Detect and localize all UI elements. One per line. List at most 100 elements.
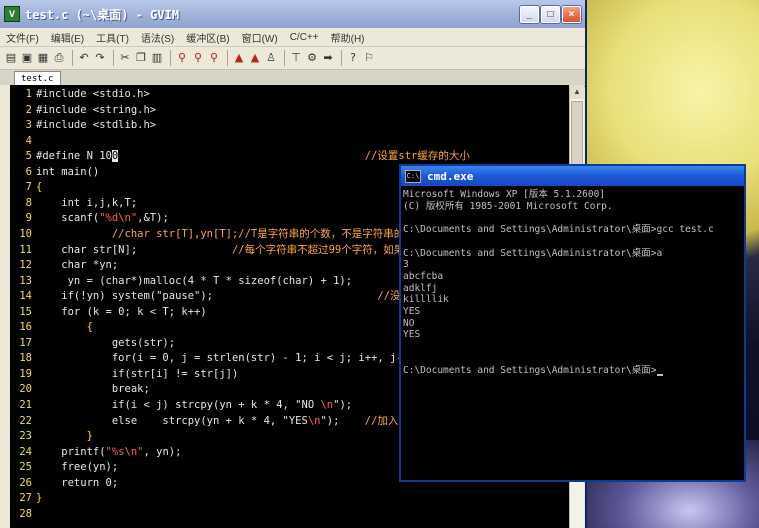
line-number: 24 [19,445,32,458]
console-line: abcfcba [403,270,444,282]
line-number: 3 [25,119,32,132]
code-token: return 0; [36,476,119,489]
line-number: 19 [19,367,32,380]
close-button[interactable]: × [562,5,581,23]
menu-buffers[interactable]: 缓冲区(B) [186,30,229,45]
code-text: break; [36,382,150,398]
code-token: if(i < j) strcpy(yn + k * 4, "NO [36,399,321,411]
code-text: if(str[i] != str[j]) [36,367,238,383]
code-token: , yn); [143,445,182,458]
code-text: char *yn; [36,258,118,274]
help-icon[interactable]: ? [346,51,360,65]
code-token: if(str[i] != str[j]) [36,367,239,380]
code-token: scanf( [36,212,100,225]
code-token: char str[N]; [36,243,232,256]
code-string: \n [307,414,321,427]
line-number: 16 [19,321,32,334]
code-token: printf( [36,445,106,458]
line-number: 25 [19,461,32,474]
make-icon[interactable]: ⊤ [289,51,303,65]
code-text: for (k = 0; k < T; k++) [36,305,207,321]
print-icon[interactable]: ⎙ [52,51,66,65]
code-token: yn = (char*)malloc(4 * T * sizeof(char) … [36,274,422,287]
redo-icon[interactable]: ↷ [93,51,107,65]
editor-left-margin [0,85,10,528]
jump-tag-icon[interactable]: ➡ [321,51,335,65]
line-number: 4 [25,134,32,147]
menu-window[interactable]: 窗口(W) [242,30,278,45]
line-number: 23 [19,430,32,443]
console-line: NO [403,317,415,329]
code-token: "); [320,414,365,427]
line-number: 10 [19,227,32,240]
line-number: 8 [25,196,32,209]
find-help-icon[interactable]: ⚐ [362,51,376,65]
code-token: int i,j,k,T; [36,196,138,209]
code-token: #include <stdlib.h> [36,119,157,132]
minimize-button[interactable]: _ [520,5,539,23]
line-number: 14 [19,290,32,303]
find-next-icon[interactable]: ⚲ [191,51,205,65]
code-text: } [36,429,93,445]
line-number: 22 [19,414,32,427]
cmd-icon: C:\ [405,169,421,183]
paste-icon[interactable]: ▥ [150,51,164,65]
line-number: 20 [19,383,32,396]
open-icon[interactable]: ▤ [4,51,18,65]
code-token: #include <string.h> [36,103,157,116]
line-number: 26 [19,476,32,489]
toolbar-separator [170,50,171,66]
menu-file[interactable]: 文件(F) [6,30,39,45]
gvim-titlebar[interactable]: V test.c (~\桌面) - GVIM _ □ × [0,0,585,28]
code-token: else strcpy(yn + k * 4, "YES [36,414,308,427]
save-session-icon[interactable]: ▲ [248,51,262,65]
line-number: 5 [25,150,32,163]
code-token: ,&T); [137,212,169,225]
menu-help[interactable]: 帮助(H) [331,30,365,45]
line-number: 7 [25,181,32,194]
menu-edit[interactable]: 编辑(E) [51,30,84,45]
copy-icon[interactable]: ❐ [134,51,148,65]
console-cursor [656,365,663,377]
code-text: for(i = 0, j = strlen(str) - 1; i < j; i… [36,351,415,367]
code-text: #include <string.h> [36,103,156,119]
code-text: else strcpy(yn + k * 4, "YES\n"); //加入换行 [36,414,420,430]
line-number: 2 [25,103,32,116]
menu-tools[interactable]: 工具(T) [96,30,129,45]
code-token: { [36,181,43,194]
cmd-console[interactable]: Microsoft Windows XP [版本 5.1.2600] (C) 版权… [403,188,743,480]
line-number: 9 [25,212,32,225]
load-session-icon[interactable]: ▲ [232,51,246,65]
menu-cpp[interactable]: C/C++ [290,32,319,43]
find-prev-icon[interactable]: ⚲ [207,51,221,65]
cmd-titlebar[interactable]: C:\ cmd.exe [401,166,744,186]
save-icon[interactable]: ▣ [20,51,34,65]
line-number: 1 [25,88,32,100]
line-number: 6 [25,165,32,178]
console-line: adklfj [403,282,438,294]
menu-syntax[interactable]: 语法(S) [141,30,174,45]
tab-test-c[interactable]: test.c [14,71,61,86]
code-token: } [36,492,43,505]
code-text: int i,j,k,T; [36,196,137,212]
vim-icon: V [4,6,20,22]
save-all-icon[interactable]: ▦ [36,51,50,65]
console-line: YES [403,329,421,341]
code-token: char *yn; [36,259,119,272]
cut-icon[interactable]: ✂ [118,51,132,65]
undo-icon[interactable]: ↶ [77,51,91,65]
maximize-button[interactable]: □ [541,5,560,23]
find-replace-icon[interactable]: ⚲ [175,51,189,65]
console-line: C:\Documents and Settings\Administrator\… [403,365,663,377]
scroll-up-icon[interactable]: ▲ [570,85,584,99]
run-script-icon[interactable]: ♙ [264,51,278,65]
code-token: for (k = 0; k < T; k++) [36,305,207,318]
line-number: 27 [19,492,32,505]
code-token: break; [36,383,150,396]
line-number: 11 [19,243,32,256]
run-ctags-icon[interactable]: ⚙ [305,51,319,65]
code-comment: //设置str缓存的大小 [364,150,470,163]
cmd-window[interactable]: C:\ cmd.exe Microsoft Windows XP [版本 5.1… [399,164,746,482]
toolbar-separator [227,50,228,66]
